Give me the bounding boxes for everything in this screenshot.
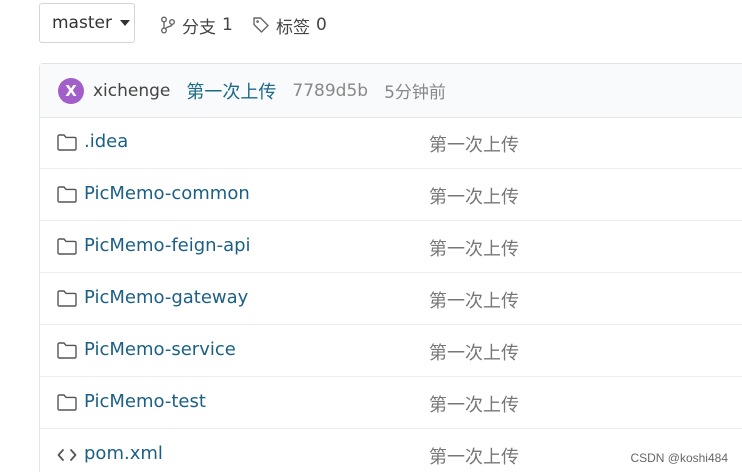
repository-page: master 分支 1 标签 0 X xichenge 第一次上传 7789d5… <box>0 0 742 472</box>
branches-count: 1 <box>222 15 233 35</box>
branches-label: 分支 <box>182 17 216 38</box>
file-name[interactable]: PicMemo-common <box>84 183 250 204</box>
branch-icon <box>161 16 175 34</box>
tags-count: 0 <box>316 15 327 35</box>
file-commit-message[interactable]: 第一次上传 <box>429 391 519 417</box>
file-name[interactable]: .idea <box>84 131 128 152</box>
tag-icon <box>253 17 269 33</box>
file-list: X xichenge 第一次上传 7789d5b 5分钟前 .idea 第一次上… <box>39 63 742 472</box>
branches-link[interactable]: 分支 1 <box>160 12 233 38</box>
commit-message[interactable]: 第一次上传 <box>186 78 276 104</box>
commit-hash[interactable]: 7789d5b <box>292 81 368 101</box>
caret-down-icon <box>119 20 130 26</box>
watermark: CSDN @koshi484 <box>630 451 728 465</box>
folder-icon <box>57 134 77 151</box>
code-file-icon <box>57 449 77 461</box>
file-commit-message[interactable]: 第一次上传 <box>429 183 519 209</box>
commit-time: 5分钟前 <box>384 83 446 103</box>
tags-link[interactable]: 标签 0 <box>252 12 327 38</box>
folder-icon <box>57 290 77 307</box>
file-row-picmemo-feign-api[interactable]: PicMemo-feign-api 第一次上传 <box>40 221 742 273</box>
tags-label: 标签 <box>276 17 310 38</box>
folder-icon <box>57 394 77 411</box>
file-row-picmemo-test[interactable]: PicMemo-test 第一次上传 <box>40 377 742 429</box>
file-name[interactable]: pom.xml <box>84 443 163 464</box>
file-name[interactable]: PicMemo-service <box>84 339 236 360</box>
folder-icon <box>57 186 77 203</box>
avatar[interactable]: X <box>58 77 84 104</box>
file-commit-message[interactable]: 第一次上传 <box>429 443 519 469</box>
file-name[interactable]: PicMemo-test <box>84 391 206 412</box>
file-row-picmemo-common[interactable]: PicMemo-common 第一次上传 <box>40 169 742 221</box>
commit-author[interactable]: xichenge <box>93 81 170 101</box>
file-commit-message[interactable]: 第一次上传 <box>429 131 519 157</box>
folder-icon <box>57 238 77 255</box>
file-commit-message[interactable]: 第一次上传 <box>429 235 519 261</box>
file-commit-message[interactable]: 第一次上传 <box>429 339 519 365</box>
latest-commit-bar: X xichenge 第一次上传 7789d5b 5分钟前 <box>40 64 742 118</box>
branch-selector-label: master <box>52 13 112 33</box>
file-commit-message[interactable]: 第一次上传 <box>429 287 519 313</box>
file-row-picmemo-service[interactable]: PicMemo-service 第一次上传 <box>40 325 742 377</box>
file-row-picmemo-gateway[interactable]: PicMemo-gateway 第一次上传 <box>40 273 742 325</box>
branch-selector[interactable]: master <box>39 3 135 43</box>
folder-icon <box>57 342 77 359</box>
file-name[interactable]: PicMemo-feign-api <box>84 235 251 256</box>
file-rows: .idea 第一次上传 PicMemo-common 第一次上传 PicMemo… <box>40 117 742 472</box>
file-row-idea[interactable]: .idea 第一次上传 <box>40 117 742 169</box>
repo-toolbar: master 分支 1 标签 0 <box>0 0 742 52</box>
file-name[interactable]: PicMemo-gateway <box>84 287 248 308</box>
